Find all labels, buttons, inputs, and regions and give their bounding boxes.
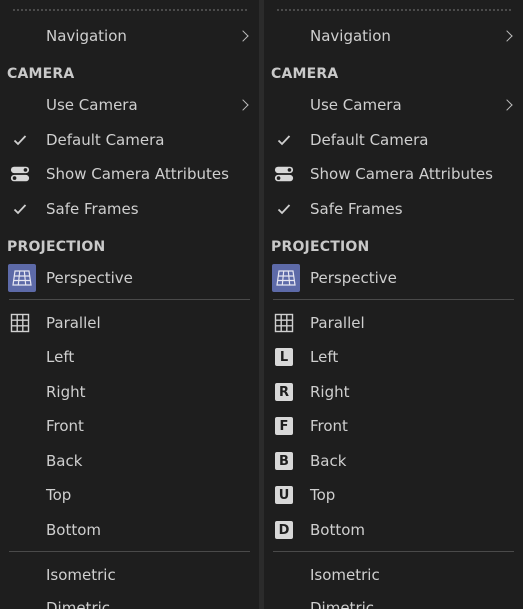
menu-item-left-view[interactable]: L Left [264,343,523,371]
menu-item-right-view[interactable]: R Right [264,378,523,406]
section-header-projection: PROJECTION [7,239,106,255]
menu-item-label: Use Camera [310,96,402,114]
menu-item-parallel[interactable]: Parallel [0,309,259,337]
menu-item-label: Safe Frames [46,200,139,218]
menu-item-label: Show Camera Attributes [46,165,229,183]
menu-grip-handle[interactable] [276,8,513,12]
menu-item-label: Top [46,486,72,504]
menu-item-right-view[interactable]: Right [0,378,259,406]
menu-item-label: Left [46,348,75,366]
right-view-icon: R [274,382,294,402]
menu-item-parallel[interactable]: Parallel [264,309,523,337]
menu-item-label: Navigation [310,27,391,45]
back-view-icon: B [274,451,294,471]
back-view-icon-letter: B [275,452,293,470]
menu-item-label: Right [310,383,350,401]
menu-item-label: Bottom [46,521,102,539]
menu-item-label: Perspective [46,269,133,287]
menu-item-label: Back [46,452,83,470]
left-view-icon-letter: L [275,348,293,366]
menu-separator [273,551,514,552]
menu-item-navigation[interactable]: Navigation [0,22,259,50]
menu-item-label: Isometric [310,566,380,584]
menu-item-label: Perspective [310,269,397,287]
chevron-right-icon [501,30,513,42]
menu-item-perspective[interactable]: Perspective [0,264,259,292]
bottom-view-icon-letter: D [275,521,293,539]
menu-item-label: Top [310,486,336,504]
menu-item-left-view[interactable]: Left [0,343,259,371]
menu-item-bottom-view[interactable]: D Bottom [264,516,523,544]
chevron-right-icon [237,30,249,42]
menu-item-label: Show Camera Attributes [310,165,493,183]
menu-item-isometric[interactable]: Isometric [0,561,259,589]
menu-item-label: Safe Frames [310,200,403,218]
section-header-camera: CAMERA [7,66,75,82]
top-view-icon: U [274,485,294,505]
menu-item-label: Dimetric [310,599,375,609]
perspective-icon [272,264,300,292]
menu-item-back-view[interactable]: Back [0,447,259,475]
right-view-icon-letter: R [275,383,293,401]
section-header-projection: PROJECTION [271,239,370,255]
menu-item-label: Right [46,383,86,401]
grid-icon [274,313,294,333]
menu-item-label: Front [310,417,348,435]
checkmark-icon [10,130,30,150]
menu-item-label: Left [310,348,339,366]
menu-item-front-view[interactable]: F Front [264,412,523,440]
menu-item-navigation[interactable]: Navigation [264,22,523,50]
menu-item-use-camera[interactable]: Use Camera [264,91,523,119]
perspective-icon [8,264,36,292]
front-view-icon-letter: F [275,417,293,435]
menu-separator [9,299,250,300]
menu-item-safe-frames[interactable]: Safe Frames [0,195,259,223]
menu-item-show-camera-attributes[interactable]: Show Camera Attributes [0,160,259,188]
menu-item-back-view[interactable]: B Back [264,447,523,475]
menu-item-label: Default Camera [46,131,165,149]
grid-icon [10,313,30,333]
menu-item-default-camera[interactable]: Default Camera [0,126,259,154]
menu-item-label: Back [310,452,347,470]
bottom-view-icon: D [274,520,294,540]
menu-item-show-camera-attributes[interactable]: Show Camera Attributes [264,160,523,188]
menu-item-label: Navigation [46,27,127,45]
menu-item-label: Front [46,417,84,435]
checkmark-icon [10,199,30,219]
menu-separator [9,551,250,552]
menu-item-label: Default Camera [310,131,429,149]
toggle-switch-icon [10,164,30,184]
menu-item-top-view[interactable]: Top [0,481,259,509]
menu-item-label: Dimetric [46,599,111,609]
menu-item-safe-frames[interactable]: Safe Frames [264,195,523,223]
checkmark-icon [274,130,294,150]
section-header-camera: CAMERA [271,66,339,82]
toggle-switch-icon [274,164,294,184]
menu-separator [273,299,514,300]
menu-item-front-view[interactable]: Front [0,412,259,440]
chevron-right-icon [501,99,513,111]
menu-item-label: Isometric [46,566,116,584]
menu-item-default-camera[interactable]: Default Camera [264,126,523,154]
top-view-icon-letter: U [275,486,293,504]
chevron-right-icon [237,99,249,111]
menu-item-label: Parallel [310,314,365,332]
menu-item-label: Parallel [46,314,101,332]
front-view-icon: F [274,416,294,436]
checkmark-icon [274,199,294,219]
menu-grip-handle[interactable] [12,8,249,12]
menu-item-bottom-view[interactable]: Bottom [0,516,259,544]
menu-item-perspective[interactable]: Perspective [264,264,523,292]
menu-item-use-camera[interactable]: Use Camera [0,91,259,119]
menu-item-top-view[interactable]: U Top [264,481,523,509]
view-menu-left: Navigation CAMERA Use Camera Default Cam… [0,0,259,609]
view-menu-right: Navigation CAMERA Use Camera Default Cam… [264,0,523,609]
left-view-icon: L [274,347,294,367]
menu-item-dimetric[interactable]: Dimetric [264,594,523,609]
menu-item-dimetric[interactable]: Dimetric [0,594,259,609]
menu-item-isometric[interactable]: Isometric [264,561,523,589]
menu-item-label: Use Camera [46,96,138,114]
menu-item-label: Bottom [310,521,366,539]
view-menu-comparison: Navigation CAMERA Use Camera Default Cam… [0,0,523,609]
